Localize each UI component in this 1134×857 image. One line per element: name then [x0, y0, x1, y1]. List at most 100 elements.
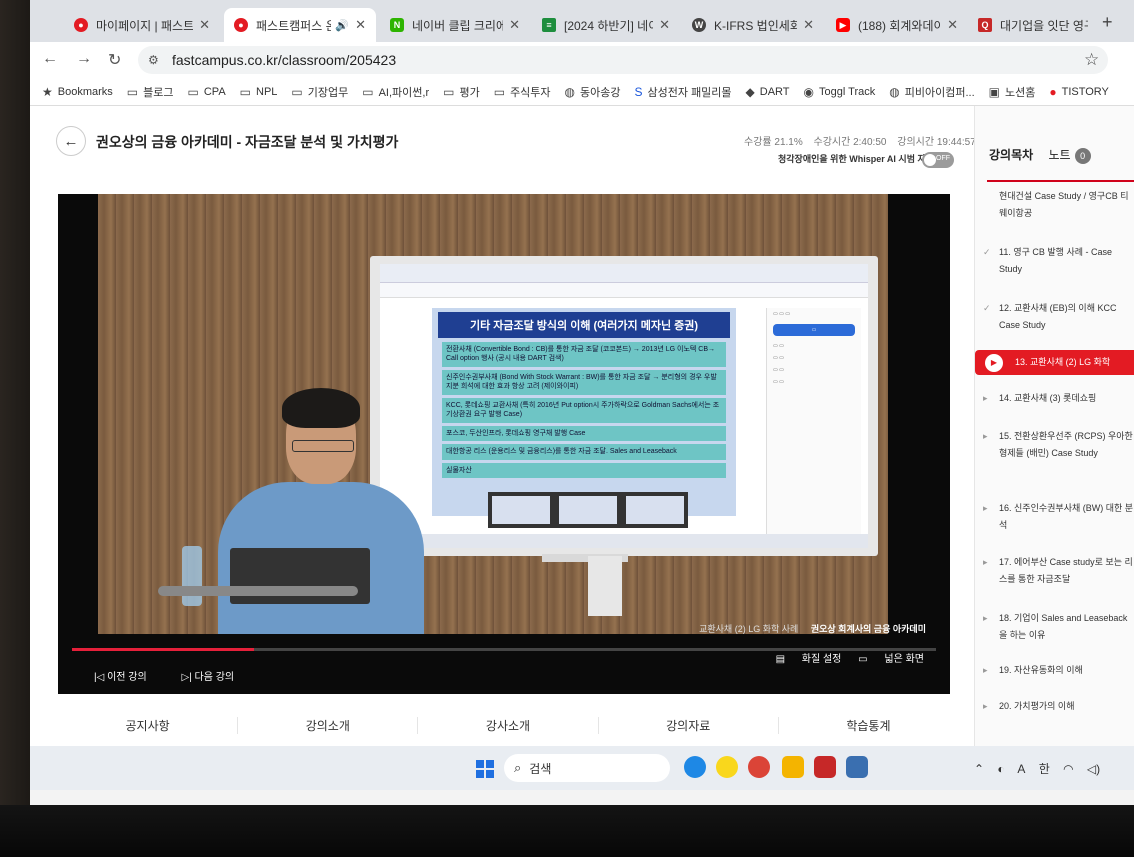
edge-icon[interactable]	[684, 756, 706, 778]
tab-naver-clip[interactable]: N 네이버 클립 크리에이 ✕	[380, 8, 530, 42]
tab-mypage[interactable]: ● 마이페이지 | 패스트 ✕	[64, 8, 220, 42]
dart-icon: ◆	[745, 84, 755, 99]
curriculum-item[interactable]: ▸ 16. 신주인수권부사채 (BW) 대한 분석	[983, 500, 1134, 534]
volume-icon[interactable]: ◁)	[1087, 762, 1100, 776]
curriculum-item[interactable]: ✓ 11. 영구 CB 발행 사례 - Case Study	[983, 244, 1134, 278]
next-lecture-label: 다음 강의	[194, 672, 235, 683]
bookmark-label: 삼성전자 패밀리몰	[647, 86, 732, 99]
wifi-icon[interactable]: ◠	[1063, 762, 1073, 776]
ime-indicator[interactable]: 한	[1039, 762, 1050, 776]
curriculum-item[interactable]: ▸ 19. 자산유동화의 이해	[983, 662, 1134, 679]
tab-materials[interactable]: 강의자료	[599, 716, 779, 734]
calculator-icon[interactable]	[846, 756, 868, 778]
next-lecture-button[interactable]: ▷| 다음 강의	[181, 672, 250, 683]
curriculum-item-label: 19. 자산유동화의 이해	[999, 665, 1083, 675]
bookmark-link[interactable]: ▣ 노션홈	[989, 84, 1036, 100]
tab-notice[interactable]: 공지사항	[58, 716, 239, 734]
close-icon[interactable]: ✕	[355, 17, 366, 33]
curriculum-item[interactable]: ▸ 14. 교환사채 (3) 롯데쇼핑	[983, 390, 1134, 407]
bookmark-link[interactable]: ● TISTORY	[1049, 85, 1109, 99]
bookmark-folder[interactable]: ▭ 주식투자	[494, 84, 551, 100]
forward-icon[interactable]: →	[76, 50, 92, 68]
tab-youtube[interactable]: ▶ (188) 회계와데이터 ✕	[826, 8, 968, 42]
bookmark-link[interactable]: ◍ 동아송강	[565, 84, 621, 100]
kakaotalk-icon[interactable]	[716, 756, 738, 778]
tab-toc[interactable]: 강의목차	[989, 148, 1033, 162]
chevron-right-icon: ▸	[983, 701, 988, 711]
panel-line: ▭ ▭	[773, 379, 784, 385]
note-count-badge: 0	[1074, 148, 1091, 164]
new-tab-plus-icon[interactable]: +	[1102, 12, 1113, 33]
close-icon[interactable]: ✕	[509, 17, 520, 33]
bookmark-link[interactable]: ◆ DART	[746, 85, 790, 99]
chevron-up-icon[interactable]: ⌃	[974, 762, 984, 776]
quality-button[interactable]: ▤ 화질 설정	[776, 654, 842, 665]
tab-naver-doc[interactable]: ≡ [2024 하반기] 네이버 ✕	[532, 8, 680, 42]
panel-tabs: 강의목차 노트 0	[989, 146, 1091, 164]
close-icon[interactable]: ✕	[803, 17, 814, 33]
app-icon[interactable]	[814, 756, 836, 778]
bookmark-folder[interactable]: ▭ CPA	[188, 85, 226, 99]
close-icon[interactable]: ✕	[659, 17, 670, 33]
bookmark-all[interactable]: ★ Bookmarks	[42, 85, 113, 99]
video-player[interactable]: 기타 자금조달 방식의 이해 (여러가지 메자닌 증권) 전환사채 (Conve…	[58, 194, 950, 694]
browser-toolbar: ← → ↻ ⚙ fastcampus.co.kr/classroom/20542…	[30, 42, 1134, 78]
network-icon[interactable]: ◐	[997, 762, 1004, 776]
curriculum-item[interactable]: ▸ 15. 전환상환우선주 (RCPS) 우아한형제들 (배민) Case Stu…	[983, 428, 1134, 462]
bookmark-link[interactable]: S 삼성전자 패밀리몰	[635, 84, 732, 100]
site-settings-icon[interactable]: ⚙	[148, 53, 162, 67]
input-lang-indicator[interactable]: A	[1017, 762, 1025, 776]
bookmark-folder[interactable]: ▭ NPL	[240, 85, 278, 99]
folder-icon: ▭	[187, 84, 199, 99]
search-icon: ⌕	[514, 760, 522, 775]
tab-label: 패스트캠퍼스 온	[256, 18, 332, 33]
curriculum-item[interactable]: ▸ 17. 에어부산 Case study로 보는 리스를 통한 자금조달	[983, 554, 1134, 588]
speaker-icon[interactable]: 🔊	[335, 19, 349, 32]
whisper-caption-label: 청각장애인을 위한 Whisper AI 시범 자막	[778, 154, 935, 164]
folder-icon: ▭	[126, 84, 139, 99]
tab-label: 대기업을 잇단 영구	[1000, 18, 1088, 33]
chrome-icon[interactable]	[748, 756, 770, 778]
globe-icon: ◍	[564, 84, 576, 99]
tab-article[interactable]: Q 대기업을 잇단 영구	[968, 8, 1098, 42]
tab-instructor[interactable]: 강사소개	[418, 716, 599, 734]
caption-lecture: 교환사채 (2) LG 화학 사례	[699, 624, 799, 634]
wide-screen-button[interactable]: ▭ 넓은 화면	[858, 654, 924, 665]
bookmark-folder[interactable]: ▭ 블로그	[127, 84, 174, 100]
tab-course-intro[interactable]: 강의소개	[238, 716, 419, 734]
curriculum-panel: 강의목차 노트 0 현대건설 Case Study / 영구CB 티웨이항공 ✓ 1…	[974, 106, 1134, 746]
file-explorer-icon[interactable]	[782, 756, 804, 778]
close-icon[interactable]: ✕	[947, 17, 958, 33]
curriculum-item-active[interactable]: ▶ 13. 교환사채 (2) LG 화학	[975, 350, 1134, 376]
tab-kifrs[interactable]: W K-IFRS 법인세회계 ✕	[682, 8, 824, 42]
globe-icon: ◍	[889, 84, 900, 99]
bookmark-folder[interactable]: ▭ AI,파이썬,r	[362, 84, 429, 100]
reload-icon[interactable]: ↻	[108, 50, 121, 70]
tab-note[interactable]: 노트 0	[1049, 148, 1091, 164]
bookmark-star-icon[interactable]: ☆	[1084, 50, 1099, 70]
bookmark-folder[interactable]: ▭ 기장업무	[291, 84, 348, 100]
curriculum-item[interactable]: ▸ 20. 가치평가의 이해	[983, 698, 1134, 715]
bookmark-link[interactable]: ◍ 피비아이컴퍼...	[889, 84, 974, 100]
taskbar-search[interactable]: ⌕ 검색	[504, 754, 670, 782]
prev-lecture-button[interactable]: |◁ 이전 강의	[94, 672, 163, 683]
tab-stats[interactable]: 학습통계	[779, 717, 958, 734]
curriculum-item[interactable]: ✓ 12. 교환사채 (EB)의 이해 KCC Case Study	[983, 300, 1134, 334]
taskbar-search-label: 검색	[529, 761, 552, 776]
whisper-toggle[interactable]: OFF	[922, 152, 954, 168]
curriculum-item[interactable]: ▸ 18. 기업이 Sales and Leaseback을 하는 이유	[983, 610, 1134, 644]
bookmark-folder[interactable]: ▭ 평가	[443, 84, 480, 100]
address-bar[interactable]: ⚙ fastcampus.co.kr/classroom/205423	[138, 46, 1108, 74]
close-icon[interactable]: ✕	[199, 17, 210, 33]
progress-rate: 수강률 21.1%	[744, 137, 803, 148]
bookmark-label: TISTORY	[1061, 85, 1109, 98]
windows-start-icon[interactable]	[476, 760, 494, 778]
bookmark-link[interactable]: ◉ Toggl Track	[804, 85, 876, 99]
back-arrow-icon[interactable]: ←	[56, 126, 86, 156]
monitor-bezel	[0, 805, 1134, 857]
prev-lecture-label: 이전 강의	[107, 672, 147, 683]
tab-fastcampus-online[interactable]: ● 패스트캠퍼스 온 🔊 ✕	[224, 8, 376, 42]
back-icon[interactable]: ←	[42, 50, 58, 68]
curriculum-item[interactable]: 현대건설 Case Study / 영구CB 티웨이항공	[999, 188, 1134, 222]
watch-time: 수강시간 2:40:50	[813, 137, 887, 148]
